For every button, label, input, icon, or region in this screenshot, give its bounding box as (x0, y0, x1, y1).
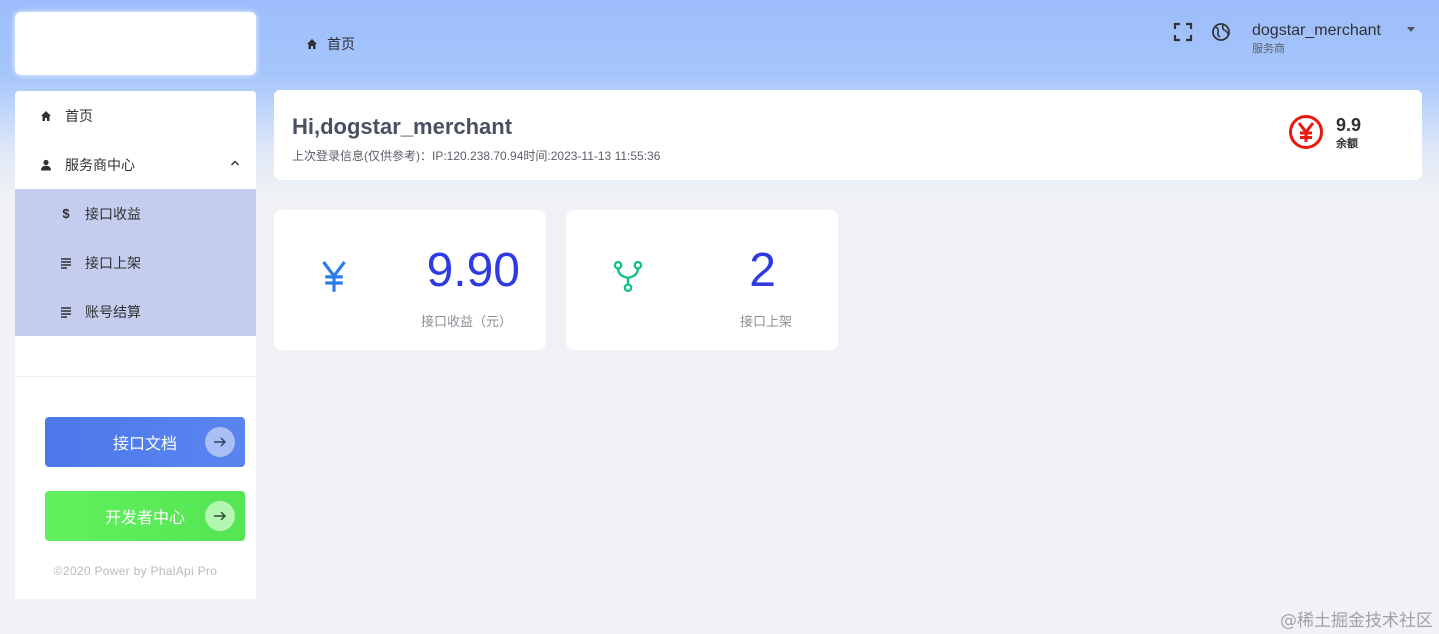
user-role: 服务商 (1252, 43, 1285, 55)
sidebar-item-label: 服务商中心 (65, 156, 135, 173)
yen-circle-icon (1289, 115, 1323, 149)
developer-center-label: 开发者中心 (104, 510, 185, 527)
divider (15, 376, 256, 377)
sidebar-item-api-income[interactable]: $ 接口收益 (15, 189, 256, 238)
balance-value: 9.9 (1336, 115, 1362, 135)
api-docs-button[interactable]: 接口文档 (45, 417, 245, 467)
arrow-right-icon (205, 427, 235, 457)
sidebar: 首页 服务商中心 $ 接口收益 接口上架 账号结算 接口文档 开发者中心 ©20… (15, 91, 256, 599)
home-icon (307, 39, 317, 49)
sidebar-item-merchant-center[interactable]: 服务商中心 (15, 140, 256, 189)
user-icon (40, 159, 52, 171)
stat-label: 接口上架 (739, 314, 792, 329)
list-icon (60, 257, 72, 269)
breadcrumb-home[interactable]: 首页 (327, 34, 355, 54)
stat-card-listings[interactable]: 2 接口上架 (566, 210, 838, 350)
header-actions: dogstar_merchant 服务商 (1172, 20, 1415, 56)
api-docs-label: 接口文档 (112, 436, 177, 453)
balance: 9.9 余额 (1288, 114, 1361, 152)
stat-label: 接口收益（元） (420, 314, 512, 329)
list-icon (60, 306, 72, 318)
globe-icon[interactable] (1210, 21, 1232, 43)
submenu-merchant: $ 接口收益 接口上架 账号结算 (15, 189, 256, 336)
chevron-up-icon[interactable] (230, 158, 240, 168)
sidebar-item-label: 首页 (65, 107, 93, 124)
developer-center-button[interactable]: 开发者中心 (45, 491, 245, 541)
sidebar-item-settlement[interactable]: 账号结算 (15, 287, 256, 336)
username: dogstar_merchant (1252, 22, 1381, 39)
stat-value: 2 (749, 244, 776, 297)
sidebar-item-label: 接口收益 (85, 205, 141, 222)
yen-icon (318, 256, 350, 296)
caret-down-icon[interactable] (1406, 27, 1415, 32)
sidebar-item-api-listing[interactable]: 接口上架 (15, 238, 256, 287)
arrow-right-icon (205, 501, 235, 531)
logo-area[interactable] (15, 12, 256, 75)
stat-value: 9.90 (426, 244, 520, 297)
sidebar-item-label: 接口上架 (85, 254, 141, 271)
welcome-card: Hi,dogstar_merchant 上次登录信息(仅供参考)：IP:120.… (274, 90, 1422, 180)
copyright: ©2020 Power by PhalApi Pro (53, 564, 218, 578)
home-icon (40, 110, 52, 122)
fork-icon (612, 256, 644, 296)
login-info: 上次登录信息(仅供参考)：IP:120.238.70.94时间:2023-11-… (292, 149, 661, 163)
sidebar-item-home[interactable]: 首页 (15, 91, 256, 140)
stat-card-income[interactable]: 9.90 接口收益（元） (274, 210, 546, 350)
balance-label: 余额 (1336, 138, 1358, 150)
watermark: @稀土掘金技术社区 (1280, 611, 1433, 631)
breadcrumb: 首页 (306, 34, 355, 54)
welcome-title: Hi,dogstar_merchant (292, 114, 513, 139)
user-menu[interactable]: dogstar_merchant 服务商 (1252, 20, 1381, 56)
dollar-icon: $ (62, 206, 70, 221)
fullscreen-icon[interactable] (1172, 21, 1194, 43)
sidebar-item-label: 账号结算 (85, 303, 141, 320)
